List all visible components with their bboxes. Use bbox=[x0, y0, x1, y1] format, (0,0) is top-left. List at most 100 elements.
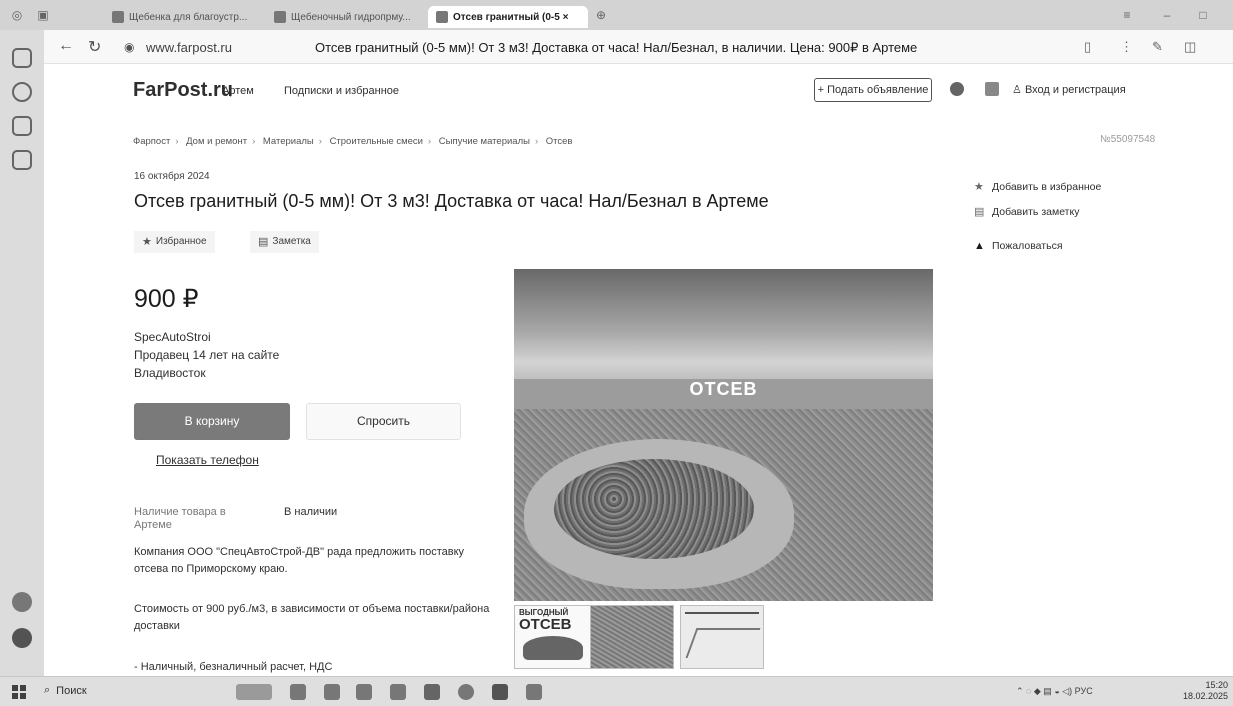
seller-city: Владивосток bbox=[134, 366, 206, 380]
photo-thumbnail[interactable]: ВЫГОДНЫЙ ОТСЕВ bbox=[514, 605, 598, 669]
sidebar-app-icon[interactable] bbox=[12, 48, 32, 68]
photo-overlay-text: ОТСЕВ bbox=[689, 379, 758, 399]
sidebar-app-icon[interactable] bbox=[12, 82, 32, 102]
farpost-page: FarPost.ru Артем Подписки и избранное + … bbox=[44, 64, 1233, 676]
add-to-cart-button[interactable]: В корзину bbox=[134, 403, 290, 440]
site-logo[interactable]: FarPost.ru bbox=[133, 79, 233, 102]
reload-icon[interactable]: ↻ bbox=[88, 37, 101, 57]
price: 900 ₽ bbox=[134, 285, 199, 313]
tab-label: Щебеночный гидропрму... bbox=[291, 11, 411, 23]
screenshot: ◎ ▣ Щебенка для благоустр... Щебеночный … bbox=[0, 0, 1233, 706]
browser-sidebar bbox=[0, 30, 44, 676]
add-favorite-link[interactable]: ★ Добавить в избранное bbox=[974, 180, 1102, 194]
breadcrumb-item[interactable]: Фарпост bbox=[133, 136, 170, 147]
seller-since: Продавец 14 лет на сайте bbox=[134, 348, 280, 362]
complain-label: Пожаловаться bbox=[992, 240, 1063, 252]
tab-3-active[interactable]: Отсев гранитный (0-5 × bbox=[428, 6, 588, 28]
search-icon: ⌕ bbox=[44, 684, 51, 696]
add-note-link[interactable]: ▤ Добавить заметку bbox=[974, 205, 1080, 219]
bookmark-icon[interactable]: ▯ bbox=[1084, 39, 1091, 55]
complain-link[interactable]: ▲ Пожаловаться bbox=[974, 240, 1063, 252]
main-photo[interactable]: ОТСЕВ bbox=[514, 269, 933, 601]
app-icon[interactable] bbox=[390, 684, 406, 700]
tab-label: Отсев гранитный (0-5 × bbox=[453, 11, 569, 23]
extensions-icon[interactable]: ✎ bbox=[1152, 39, 1163, 55]
show-phone-link[interactable]: Показать телефон bbox=[156, 453, 259, 467]
add-favorite-label: Добавить в избранное bbox=[992, 180, 1102, 193]
windows-start-icon[interactable] bbox=[12, 685, 26, 699]
breadcrumb-separator: › bbox=[252, 136, 256, 147]
photo-thumbnail[interactable] bbox=[680, 605, 764, 669]
browser-menu-icon[interactable]: ◎ bbox=[10, 8, 24, 22]
tabs-icon[interactable]: ▣ bbox=[36, 8, 50, 22]
seller-name[interactable]: SpecAutoStroi bbox=[134, 330, 211, 344]
breadcrumb-item[interactable]: Отсев bbox=[546, 136, 573, 147]
note-icon: ▤ bbox=[974, 206, 985, 218]
photo-thumbnail[interactable] bbox=[590, 605, 674, 669]
tab-favicon-icon bbox=[436, 11, 448, 23]
tab-2[interactable]: Щебеночный гидропрму... bbox=[274, 6, 424, 28]
subscriptions-link[interactable]: Подписки и избранное bbox=[284, 85, 399, 97]
city-selector[interactable]: Артем bbox=[222, 85, 254, 97]
add-note-label: Добавить заметку bbox=[992, 205, 1080, 218]
more-icon[interactable]: ⋮ bbox=[1120, 39, 1133, 55]
sidebar-app-icon[interactable] bbox=[12, 150, 32, 170]
thumb-title: ОТСЕВ bbox=[519, 616, 572, 633]
breadcrumb-item[interactable]: Дом и ремонт bbox=[186, 136, 247, 147]
tab-1[interactable]: Щебенка для благоустр... bbox=[112, 6, 262, 28]
taskbar-search[interactable]: ⌕ Поиск bbox=[44, 684, 87, 697]
breadcrumb-item[interactable]: Материалы bbox=[263, 136, 314, 147]
listing-date: 16 октября 2024 bbox=[134, 171, 210, 182]
thumb-ramp bbox=[685, 628, 761, 658]
minimize-icon[interactable]: – bbox=[1160, 8, 1174, 22]
tab-favicon-icon bbox=[274, 11, 286, 23]
system-tray[interactable]: ⌃ ◌ ◆ ▤ ◒ ◁) РУС bbox=[1016, 686, 1093, 697]
breadcrumb-item[interactable]: Сыпучие материалы bbox=[439, 136, 530, 147]
reader-icon[interactable]: ◫ bbox=[1184, 39, 1196, 55]
taskbar-search-label: Поиск bbox=[56, 684, 87, 697]
star-icon: ★ bbox=[142, 236, 152, 248]
ask-button[interactable]: Спросить bbox=[306, 403, 461, 440]
chrome-icon[interactable] bbox=[458, 684, 474, 700]
clock-date: 18.02.2025 bbox=[1183, 691, 1229, 701]
yandex-browser-icon[interactable] bbox=[424, 684, 440, 700]
help-icon[interactable] bbox=[950, 82, 964, 96]
breadcrumb-item[interactable]: Строительные смеси bbox=[330, 136, 423, 147]
widget-icon[interactable] bbox=[236, 684, 272, 700]
app-icon[interactable] bbox=[492, 684, 508, 700]
language-indicator[interactable]: РУС bbox=[1075, 686, 1093, 696]
new-tab-icon[interactable]: ⊕ bbox=[594, 8, 608, 22]
app-icon[interactable] bbox=[526, 684, 542, 700]
task-view-icon[interactable] bbox=[290, 684, 306, 700]
maximize-icon[interactable]: □ bbox=[1196, 8, 1210, 22]
url-text[interactable]: www.farpost.ru bbox=[146, 40, 232, 55]
sidebar-app-icon[interactable] bbox=[12, 116, 32, 136]
site-info-icon[interactable]: ◉ bbox=[124, 40, 134, 54]
post-ad-button[interactable]: + Подать объявление bbox=[814, 78, 932, 102]
note-icon: ▤ bbox=[258, 236, 269, 248]
ad-number: №55097548 bbox=[1100, 134, 1156, 145]
messages-icon[interactable] bbox=[985, 82, 999, 96]
page-title-in-address[interactable]: Отсев гранитный (0-5 мм)! От 3 м3! Доста… bbox=[315, 40, 917, 56]
favorite-chip[interactable]: ★ Избранное bbox=[134, 231, 215, 253]
file-explorer-icon[interactable] bbox=[356, 684, 372, 700]
warning-icon: ▲ bbox=[974, 240, 985, 252]
sidebar-app-icon[interactable] bbox=[12, 592, 32, 612]
user-icon: ♙ bbox=[1012, 84, 1022, 96]
back-icon[interactable]: ← bbox=[58, 37, 74, 55]
availability-value: В наличии bbox=[284, 506, 338, 518]
sidebar-app-icon[interactable] bbox=[12, 628, 32, 648]
description-paragraph: Стоимость от 900 руб./м3, в зависимости … bbox=[134, 603, 490, 632]
dropbox-icon[interactable] bbox=[324, 684, 340, 700]
clock-time: 15:20 bbox=[1205, 680, 1229, 690]
photo-gravel-pile bbox=[554, 459, 754, 559]
login-link[interactable]: ♙ Вход и регистрация bbox=[1012, 83, 1126, 96]
listing-title: Отсев гранитный (0-5 мм)! От 3 м3! Доста… bbox=[134, 191, 769, 211]
taskbar-clock[interactable]: 15:20 18.02.2025 bbox=[1183, 680, 1228, 702]
breadcrumb: Фарпост › Дом и ремонт › Материалы › Строит… bbox=[133, 136, 572, 147]
window-menu-icon[interactable]: ≡ bbox=[1120, 8, 1134, 22]
tab-label: Щебенка для благоустр... bbox=[129, 11, 248, 23]
availability-label: Наличие товара в Артеме bbox=[134, 506, 226, 531]
browser-tabstrip: ◎ ▣ Щебенка для благоустр... Щебеночный … bbox=[0, 0, 1233, 30]
note-chip[interactable]: ▤ Заметка bbox=[250, 231, 319, 253]
